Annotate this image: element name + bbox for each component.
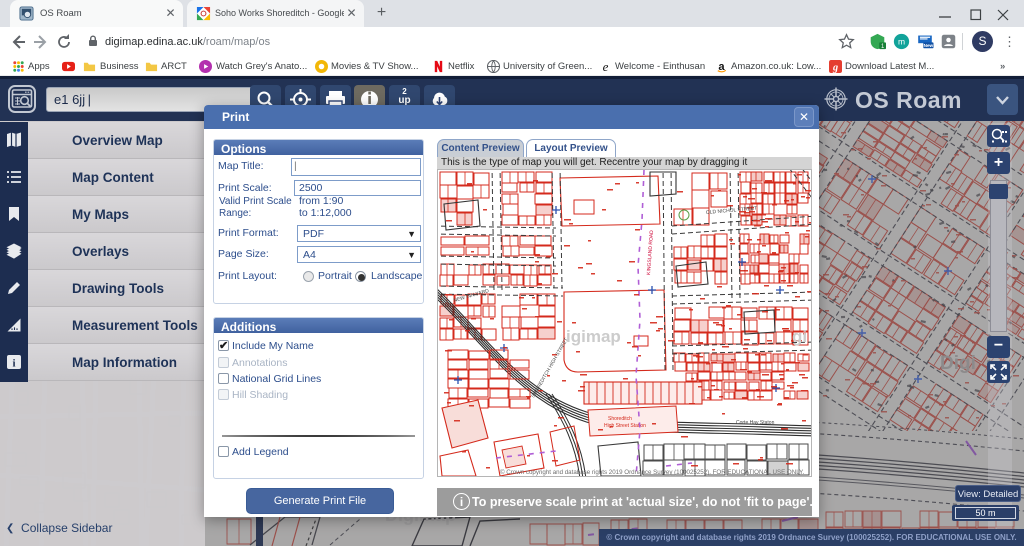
svg-text:igimap: igimap: [566, 327, 621, 346]
svg-text:e: e: [603, 60, 609, 73]
svg-text:Corte Hay Staton: Corte Hay Staton: [736, 420, 775, 426]
svg-text:m: m: [898, 36, 905, 46]
svg-text:gi: gi: [792, 327, 807, 346]
svg-text:© Crown copyright and database: © Crown copyright and database rights 20…: [500, 469, 805, 476]
svg-text:New: New: [924, 43, 934, 48]
svg-text:g: g: [832, 63, 838, 73]
svg-text:Shoreditch: Shoreditch: [608, 416, 632, 422]
svg-text:i: i: [12, 358, 15, 370]
